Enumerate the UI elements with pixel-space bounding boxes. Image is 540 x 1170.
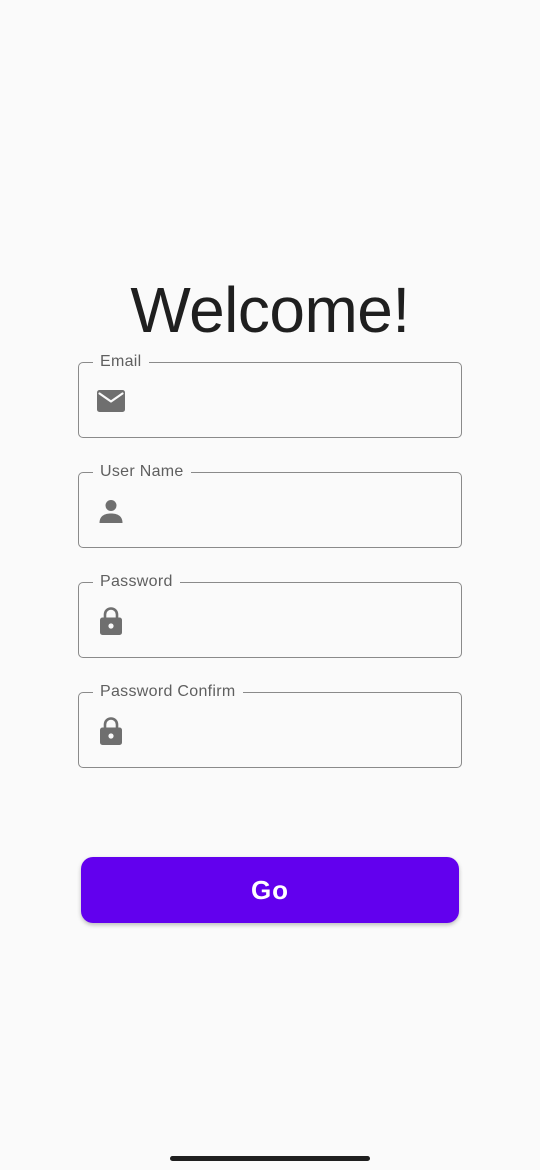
email-label: Email xyxy=(93,352,149,372)
signup-screen: Welcome! Email User Name Password Passwo… xyxy=(0,0,540,1170)
email-input[interactable] xyxy=(143,377,443,423)
lock-icon xyxy=(95,607,127,635)
page-title: Welcome! xyxy=(130,274,410,346)
password-confirm-field[interactable]: Password Confirm xyxy=(78,682,462,768)
lock-icon xyxy=(95,717,127,745)
username-input[interactable] xyxy=(143,487,443,533)
go-button[interactable]: Go xyxy=(81,857,459,923)
home-indicator[interactable] xyxy=(170,1156,370,1161)
password-field[interactable]: Password xyxy=(78,572,462,658)
password-confirm-label: Password Confirm xyxy=(93,682,243,702)
password-confirm-input[interactable] xyxy=(143,707,443,753)
password-label: Password xyxy=(93,572,180,592)
email-field[interactable]: Email xyxy=(78,352,462,438)
person-icon xyxy=(95,497,127,525)
password-input[interactable] xyxy=(143,597,443,643)
email-icon xyxy=(95,387,127,415)
username-label: User Name xyxy=(93,462,191,482)
username-field[interactable]: User Name xyxy=(78,462,462,548)
